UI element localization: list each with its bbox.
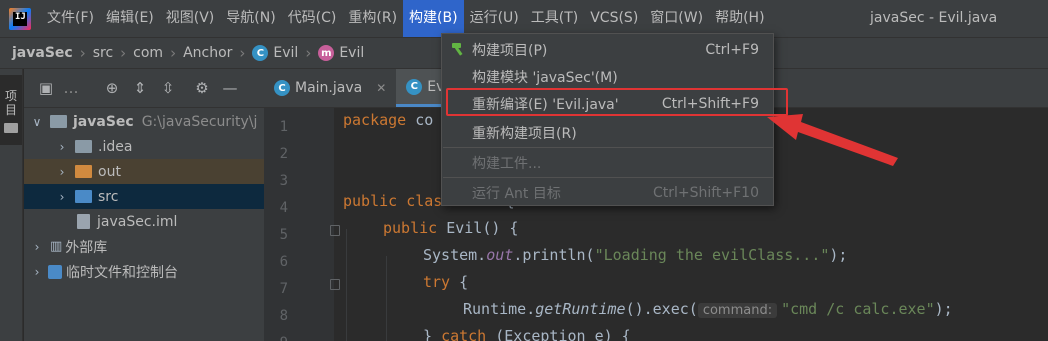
annotation-arrow-icon — [767, 114, 898, 166]
